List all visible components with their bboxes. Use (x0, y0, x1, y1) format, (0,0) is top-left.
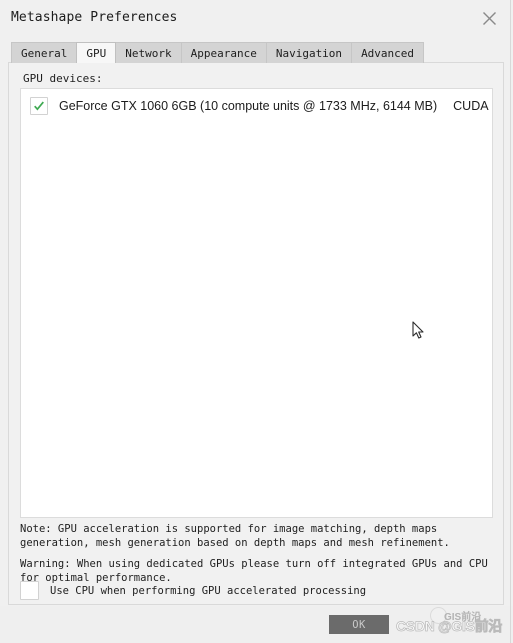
page-title: Metashape Preferences (11, 10, 178, 25)
tab-network[interactable]: Network (115, 42, 182, 63)
use-cpu-checkbox-row[interactable]: Use CPU when performing GPU accelerated … (20, 581, 366, 600)
green-checkmark-icon (33, 100, 45, 112)
tab-strip: General GPU Network Appearance Navigatio… (11, 42, 425, 63)
preferences-dialog: Metashape Preferences General GPU Networ… (0, 0, 513, 643)
title-bar: Metashape Preferences (0, 0, 513, 38)
tab-gpu[interactable]: GPU (76, 42, 117, 63)
device-api: CUDA (453, 99, 489, 113)
close-button[interactable] (469, 3, 509, 34)
notes-area: Note: GPU acceleration is supported for … (20, 522, 492, 585)
device-name: GeForce GTX 1060 6GB (10 compute units @… (59, 99, 438, 113)
tab-appearance[interactable]: Appearance (180, 42, 267, 63)
use-cpu-label: Use CPU when performing GPU accelerated … (50, 584, 367, 597)
gpu-tab-panel: GPU devices: GeForce GTX 1060 6GB (10 co… (8, 62, 504, 605)
list-item[interactable]: GeForce GTX 1060 6GB (10 compute units @… (21, 94, 492, 118)
tab-general[interactable]: General (11, 42, 78, 63)
tab-advanced[interactable]: Advanced (351, 42, 425, 63)
gpu-devices-label: GPU devices: (23, 72, 103, 85)
device-checkbox[interactable] (30, 97, 48, 115)
use-cpu-checkbox[interactable] (20, 581, 39, 600)
gpu-note-text: Note: GPU acceleration is supported for … (20, 523, 450, 549)
right-edge-divider (510, 0, 511, 643)
dialog-button-bar: OK (0, 606, 513, 643)
tab-navigation[interactable]: Navigation (265, 42, 353, 63)
close-x-icon (482, 11, 497, 26)
gpu-device-list[interactable]: GeForce GTX 1060 6GB (10 compute units @… (20, 88, 493, 518)
ok-button[interactable]: OK (329, 615, 389, 634)
